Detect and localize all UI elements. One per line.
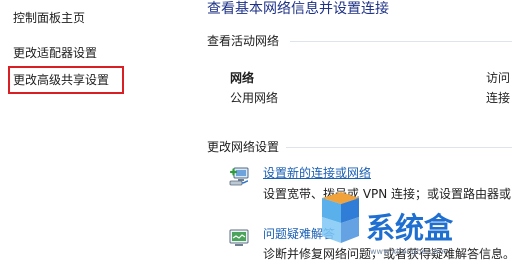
set-up-new-connection-description: 设置宽带、拨号或 VPN 连接；或设置路由器或 (263, 187, 512, 201)
change-adapter-settings-link[interactable]: 更改适配器设置 (13, 45, 97, 61)
network-and-sharing-center: 控制面板主页 更改适配器设置 更改高级共享设置 查看基本网络信息并设置连接 查看… (0, 0, 512, 265)
change-network-settings-heading: 更改网络设置 (207, 140, 280, 154)
change-advanced-sharing-settings-link[interactable]: 更改高级共享设置 (8, 66, 124, 94)
main-content: 查看基本网络信息并设置连接 查看活动网络 网络 公用网络 访问 连接 更改网络设… (190, 0, 512, 265)
connections-label: 连接 (486, 91, 511, 105)
network-setup-icon (227, 164, 251, 188)
active-networks-divider (290, 41, 512, 42)
change-settings-divider (286, 147, 512, 148)
network-type-link[interactable]: 公用网络 (230, 90, 278, 106)
page-title: 查看基本网络信息并设置连接 (207, 1, 389, 17)
left-navigation-pane: 控制面板主页 更改适配器设置 更改高级共享设置 (0, 0, 184, 265)
set-up-new-connection-link[interactable]: 设置新的连接或网络 (263, 165, 371, 181)
active-networks-heading: 查看活动网络 (207, 34, 280, 48)
access-type-label: 访问 (486, 71, 511, 85)
network-name: 网络 (230, 71, 255, 85)
control-panel-home-link[interactable]: 控制面板主页 (13, 10, 85, 26)
troubleshoot-problems-link[interactable]: 问题疑难解答 (263, 226, 335, 242)
troubleshoot-problems-description: 诊断并修复网络问题，或者获得疑难解答信息。 (263, 247, 512, 261)
troubleshoot-icon (227, 226, 251, 250)
